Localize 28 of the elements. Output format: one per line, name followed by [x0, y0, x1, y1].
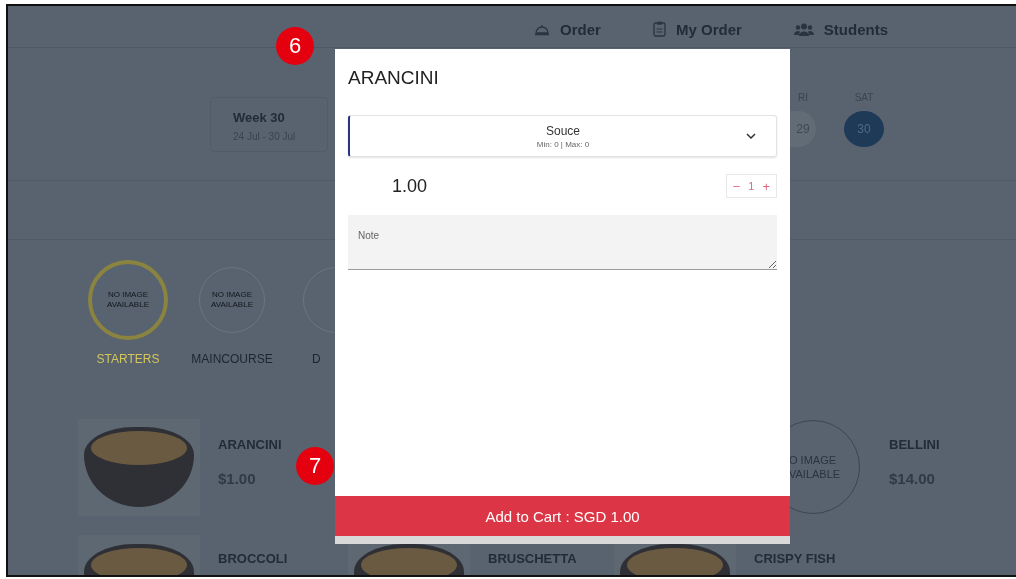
category-image[interactable]: NO IMAGE AVAILABLE [88, 260, 168, 340]
users-icon [793, 22, 814, 36]
cloche-icon [534, 22, 551, 36]
dialog-title: ARANCINI [348, 66, 440, 90]
nav-link[interactable]: My Order [652, 20, 742, 38]
category-label[interactable]: STARTERS [96, 352, 160, 366]
category-label[interactable]: D [312, 352, 321, 366]
item-price: 1.00 [392, 175, 428, 197]
chevron-down-icon [746, 133, 756, 139]
nav-link[interactable]: Order [534, 20, 601, 38]
add-to-cart-button[interactable]: Add to Cart : SGD 1.00 [335, 496, 790, 536]
product-name: BELLINI [889, 437, 940, 452]
category-label[interactable]: MAINCOURSE [191, 352, 273, 366]
product-name: CRISPY FISH [754, 551, 836, 566]
increase-button[interactable]: + [760, 178, 772, 194]
product-name: BROCCOLI [218, 551, 288, 566]
decrease-button[interactable]: − [730, 178, 743, 194]
note-field[interactable]: Note [348, 215, 777, 270]
no-image-text: NO IMAGE AVAILABLE [210, 290, 254, 310]
nav-link[interactable]: Students [793, 20, 888, 38]
step-number-badge: 7 [296, 447, 334, 485]
clipboard-icon [652, 21, 666, 37]
no-image-text: NO IMAGE AVAILABLE [106, 290, 150, 310]
quantity-value: 1 [748, 180, 755, 192]
step-number-badge: 6 [276, 27, 314, 65]
option-dropdown[interactable]: Souce Min: 0 | Max: 0 [348, 115, 777, 157]
product-name: ARANCINI [218, 437, 282, 452]
product-name: BRUSCHETTA [488, 551, 577, 566]
